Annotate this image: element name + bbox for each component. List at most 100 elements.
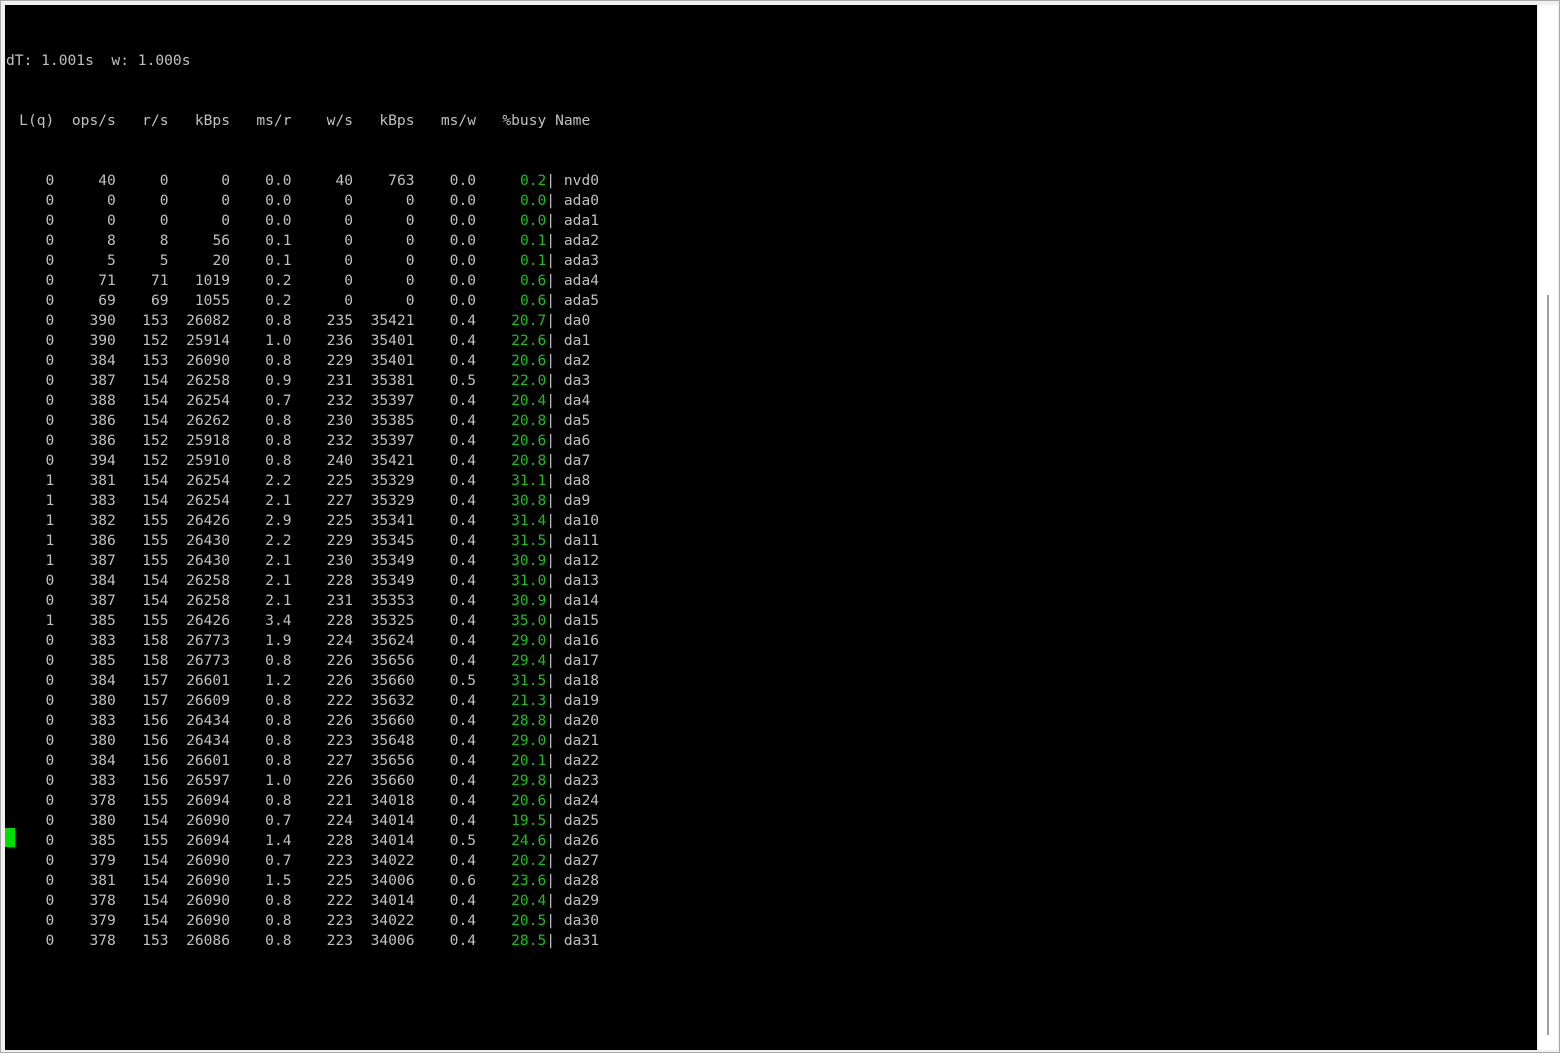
- cell-rkbps: 26090: [186, 812, 231, 829]
- cell-msr: 0.1: [265, 252, 292, 269]
- cell-rkbps: 26430: [186, 532, 231, 549]
- cell-msr: 0.7: [265, 852, 292, 869]
- cell-rs: 155: [142, 792, 169, 809]
- column-separator: |: [546, 832, 564, 849]
- table-row: 0 388 154 26254 0.7 232 35397 0.4 20.4| da4: [6, 391, 599, 411]
- cell-ws: 224: [326, 632, 354, 649]
- cell-rkbps: 26090: [186, 852, 231, 869]
- table-row: 0 378 154 26090 0.8 222 34014 0.4 20.4| da29: [6, 891, 600, 911]
- terminal-screen[interactable]: dT: 1.001s w: 1.000s L(q) ops/s r/s kBps ms/…: [5, 5, 1537, 1050]
- table-row: 0 387 154 26258 2.1 231 35353 0.4 30.9| da14: [6, 591, 600, 611]
- header-busy: %busy: [502, 112, 547, 129]
- cell-ops: 385: [89, 832, 116, 849]
- cell-msr: 1.0: [265, 772, 292, 789]
- cell-busy: 23.6: [511, 872, 547, 889]
- scrollbar-thumb[interactable]: [1547, 295, 1549, 1035]
- cell-lq: 0: [45, 172, 55, 189]
- cell-msw: 0.4: [449, 752, 477, 769]
- table-row: 0 381 154 26090 1.5 225 34006 0.6 23.6| da28: [6, 871, 600, 891]
- cell-rs: 156: [142, 752, 169, 769]
- cell-rs: 154: [142, 892, 169, 909]
- cell-ws: 221: [326, 792, 354, 809]
- cell-busy: 31.1: [511, 472, 547, 489]
- cell-lq: 0: [45, 332, 55, 349]
- cell-wkbps: 35381: [370, 372, 415, 389]
- cell-name: da2: [563, 352, 591, 369]
- table-row: 1 387 155 26430 2.1 230 35349 0.4 30.9| da12: [6, 551, 600, 571]
- table-row: 0 386 152 25918 0.8 232 35397 0.4 20.6| da6: [6, 431, 599, 451]
- header-wkbps: kBps: [379, 112, 415, 129]
- table-row: 0 380 156 26434 0.8 223 35648 0.4 29.0| da21: [6, 731, 600, 751]
- header-rkbps: kBps: [194, 112, 231, 129]
- cell-msr: 0.7: [265, 812, 292, 829]
- cell-rkbps: 26773: [186, 652, 231, 669]
- cell-rs: 0: [159, 212, 169, 229]
- column-separator: |: [546, 612, 564, 629]
- cell-ops: 388: [89, 392, 116, 409]
- cell-msw: 0.6: [449, 872, 477, 889]
- cell-name: da0: [563, 312, 591, 329]
- cell-busy: 22.0: [511, 372, 547, 389]
- cell-msr: 0.7: [265, 392, 292, 409]
- cell-msr: 0.0: [265, 192, 292, 209]
- cell-msr: 1.2: [265, 672, 292, 689]
- cell-msw: 0.0: [449, 172, 477, 189]
- cell-busy: 29.4: [511, 652, 547, 669]
- cell-lq: 0: [45, 632, 55, 649]
- cell-msw: 0.0: [449, 232, 477, 249]
- cell-name: da24: [563, 792, 600, 809]
- cell-rs: 155: [142, 552, 169, 569]
- cell-rs: 153: [142, 932, 169, 949]
- cell-busy: 19.5: [511, 812, 547, 829]
- cell-name: ada3: [563, 252, 600, 269]
- cell-msw: 0.4: [449, 332, 477, 349]
- cell-rkbps: 26258: [186, 572, 231, 589]
- cell-busy: 29.0: [511, 732, 547, 749]
- cell-wkbps: 35648: [370, 732, 415, 749]
- table-row: 0 384 156 26601 0.8 227 35656 0.4 20.1| da22: [6, 751, 600, 771]
- cell-msr: 3.4: [265, 612, 292, 629]
- cell-busy: 0.0: [519, 212, 547, 229]
- cell-rs: 154: [142, 812, 169, 829]
- cell-msw: 0.4: [449, 812, 477, 829]
- cell-lq: 0: [45, 192, 55, 209]
- cell-busy: 20.5: [511, 912, 547, 929]
- cell-lq: 1: [45, 552, 55, 569]
- column-separator: |: [546, 352, 564, 369]
- column-separator: |: [546, 852, 564, 869]
- header-lq: L(q): [19, 112, 55, 129]
- cell-busy: 30.8: [511, 492, 547, 509]
- cell-msr: 0.0: [265, 172, 292, 189]
- cell-lq: 0: [45, 932, 55, 949]
- cell-lq: 0: [45, 252, 55, 269]
- cell-name: da1: [563, 332, 591, 349]
- cell-msw: 0.4: [449, 472, 477, 489]
- cell-rs: 154: [142, 472, 169, 489]
- vertical-scrollbar[interactable]: [1538, 5, 1558, 1050]
- cell-ws: 223: [326, 852, 354, 869]
- cell-lq: 1: [45, 512, 55, 529]
- cell-ops: 381: [89, 872, 116, 889]
- cell-lq: 0: [45, 412, 55, 429]
- column-separator: |: [546, 692, 564, 709]
- cell-msr: 0.8: [265, 792, 292, 809]
- cell-ws: 229: [326, 532, 354, 549]
- cell-busy: 20.4: [511, 392, 547, 409]
- column-separator: |: [546, 772, 564, 789]
- cell-ws: 227: [326, 492, 354, 509]
- cell-msr: 0.9: [265, 372, 292, 389]
- cell-name: ada2: [563, 232, 600, 249]
- column-separator: |: [546, 552, 564, 569]
- cell-name: da25: [563, 812, 600, 829]
- cell-ops: 380: [89, 812, 116, 829]
- cell-name: da14: [563, 592, 600, 609]
- table-row: 0 384 157 26601 1.2 226 35660 0.5 31.5| da18: [6, 671, 600, 691]
- cell-name: da26: [563, 832, 600, 849]
- cell-name: da31: [563, 932, 600, 949]
- cell-ws: 226: [326, 672, 354, 689]
- cell-rs: 0: [159, 192, 169, 209]
- cell-wkbps: 35325: [370, 612, 415, 629]
- cell-ops: 5: [107, 252, 116, 269]
- cell-rs: 155: [142, 612, 169, 629]
- cell-rs: 154: [142, 872, 169, 889]
